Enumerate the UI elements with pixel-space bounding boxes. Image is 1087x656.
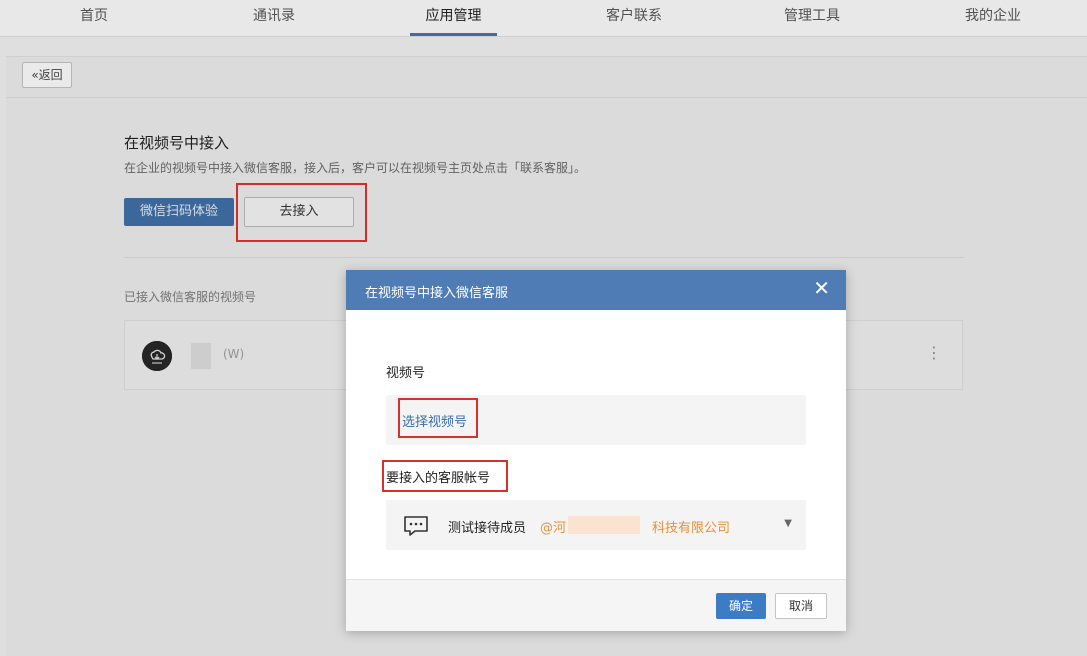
account-name: 测试接待成员 <box>448 521 527 536</box>
cancel-button[interactable]: 取消 <box>775 593 827 619</box>
account-org-redacted <box>568 516 640 534</box>
account-select[interactable]: 测试接待成员 @河 科技有限公司 ▼ <box>386 500 806 550</box>
account-org-suffix: 科技有限公司 <box>652 521 731 536</box>
dialog-footer: 确定 取消 <box>346 579 846 631</box>
confirm-button[interactable]: 确定 <box>716 593 766 619</box>
chat-bubble-icon <box>404 516 428 536</box>
close-icon[interactable]: ✕ <box>813 278 830 298</box>
highlight-box-select <box>398 398 478 438</box>
highlight-box-account-label <box>382 460 508 492</box>
connect-dialog: 在视频号中接入微信客服 ✕ 视频号 选择视频号 要接入的客服帐号 测试接待成员 … <box>346 270 846 631</box>
caret-down-icon[interactable]: ▼ <box>784 518 792 529</box>
dialog-header: 在视频号中接入微信客服 ✕ <box>346 270 846 310</box>
account-org-prefix: @河 <box>540 521 567 536</box>
channel-field-label: 视频号 <box>386 366 426 381</box>
dialog-title: 在视频号中接入微信客服 <box>365 286 509 301</box>
